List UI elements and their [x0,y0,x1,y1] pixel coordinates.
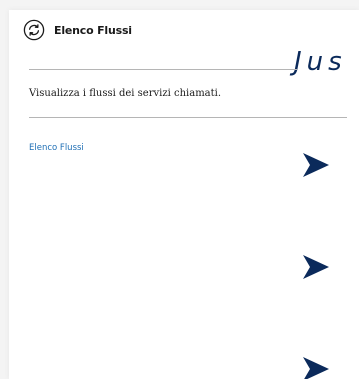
page-description: Visualizza i flussi dei servizi chiamati… [29,88,222,99]
page-header: Elenco Flussi [23,19,132,41]
elenco-flussi-link[interactable]: Elenco Flussi [29,143,84,153]
send-arrow-icon[interactable] [301,150,331,180]
decorative-heading-text: Jus [294,47,347,77]
page-title: Elenco Flussi [54,23,132,37]
header-divider [29,69,297,70]
send-arrow-icon[interactable] [301,252,331,282]
page: Elenco Flussi Jus Visualizza i flussi de… [0,0,359,379]
description-divider [29,117,347,118]
send-arrow-icon[interactable] [301,354,331,379]
refresh-cycle-icon [23,19,45,41]
